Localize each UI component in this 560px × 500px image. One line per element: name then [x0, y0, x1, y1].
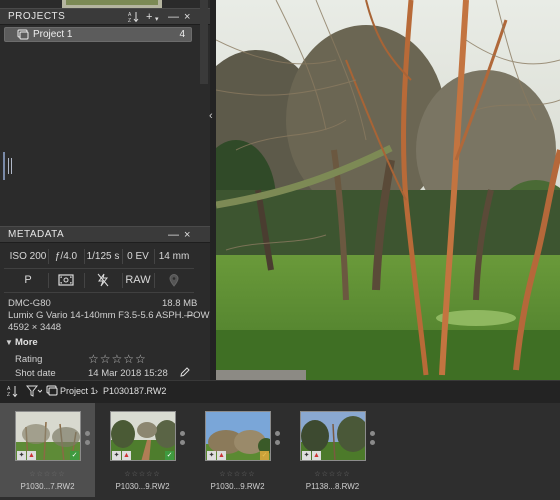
thumbnail-name: P1030...7.RW2 [20, 482, 75, 491]
file-size: 18.8 MB [162, 298, 198, 309]
shot-date-value: 14 Mar 2018 15:28 [88, 368, 168, 379]
filter-icon[interactable] [25, 385, 43, 399]
thumbnail-rating[interactable]: ☆☆☆☆☆ [0, 470, 95, 478]
flash-off-icon [84, 270, 122, 291]
shutter-value: 1/125 s [86, 251, 120, 262]
panel-top-thumbnail [62, 0, 162, 8]
stack-icon [46, 385, 58, 398]
sort-az-icon[interactable]: AZ [128, 11, 140, 27]
filmstrip-toolbar: AZ Project 1 › P1030187.RW2 [0, 380, 560, 403]
thumbnail-image: ✦ ▲ ✓ [205, 411, 271, 461]
project-item[interactable]: Project 1 4 [4, 27, 192, 42]
more-options-icon[interactable] [180, 431, 186, 451]
thumbnail-rating[interactable]: ☆☆☆☆☆ [95, 470, 190, 478]
filmstrip: ✦ ▲ ✓ ☆☆☆☆☆ P1030...7.RW2 ✦ ▲ ✓ ☆☆☆☆☆ P1… [0, 403, 560, 500]
shot-date-label: Shot date [15, 368, 56, 379]
close-metadata-button[interactable]: × [184, 228, 190, 242]
stack-icon [17, 29, 29, 40]
camera-model: DMC-G80 [8, 298, 51, 309]
chevron-down-icon[interactable]: ▾ [155, 13, 159, 27]
close-projects-button[interactable]: × [184, 10, 190, 24]
sort-az-icon[interactable]: AZ [7, 384, 19, 400]
location-icon [154, 270, 194, 291]
color-label-icon: ▲ [312, 451, 321, 460]
thumbnail-image: ✦ ▲ [300, 411, 366, 461]
thumbnail-item[interactable]: ✦ ▲ ✓ ☆☆☆☆☆ P1030...9.RW2 [190, 403, 285, 497]
thumbnail-name: P1030...9.RW2 [210, 482, 265, 491]
thumbnail-item[interactable]: ✦ ▲ ☆☆☆☆☆ P1138...8.RW2 [285, 403, 380, 497]
ev-value: 0 EV [127, 251, 149, 262]
triangle-down-icon[interactable]: ▼ [5, 338, 13, 347]
breadcrumb-file: P1030187.RW2 [103, 386, 167, 396]
projects-title: PROJECTS [8, 11, 66, 22]
more-toggle[interactable]: More [15, 337, 38, 348]
pick-flag-icon[interactable]: ✓ [260, 451, 269, 460]
edit-pencil-icon[interactable] [180, 367, 190, 380]
svg-text:Z: Z [7, 392, 10, 398]
metadata-title: METADATA [8, 229, 65, 240]
breadcrumb-project[interactable]: Project 1 [60, 386, 96, 396]
edit-mark-icon: ✦ [302, 451, 311, 460]
resize-handle[interactable] [3, 152, 14, 180]
file-type: RAW [125, 274, 151, 286]
thumbnail-rating[interactable]: ☆☆☆☆☆ [285, 470, 380, 478]
projects-header: PROJECTS AZ + ▾ — × [0, 8, 210, 25]
aperture-value: ƒ/4.0 [54, 251, 78, 262]
collapse-metadata-button[interactable]: — [168, 228, 179, 242]
focal-length-value: 14 mm [158, 251, 190, 262]
image-dimensions: 4592 × 3448 [8, 322, 62, 333]
projects-scrollbar[interactable] [200, 0, 208, 84]
left-panel: PROJECTS AZ + ▾ — × Project 1 4 METADATA… [0, 0, 224, 380]
project-count: 4 [179, 29, 185, 40]
more-options-icon[interactable] [275, 431, 281, 451]
thumbnail-item[interactable]: ✦ ▲ ✓ ☆☆☆☆☆ P1030...9.RW2 [95, 403, 190, 497]
image-preview[interactable] [216, 0, 560, 380]
more-options-icon[interactable] [85, 431, 91, 451]
thumbnail-name: P1030...9.RW2 [115, 482, 170, 491]
color-label-icon: ▲ [122, 451, 131, 460]
exposure-mode: P [24, 274, 32, 286]
svg-text:Z: Z [128, 18, 131, 23]
thumbnail-image: ✦ ▲ ✓ [15, 411, 81, 461]
edit-mark-icon: ✦ [207, 451, 216, 460]
edit-mark-icon: ✦ [17, 451, 26, 460]
color-label-icon: ▲ [27, 451, 36, 460]
collapse-projects-button[interactable]: — [168, 10, 179, 24]
thumbnail-name: P1138...8.RW2 [305, 482, 360, 491]
thumbnail-image: ✦ ▲ ✓ [110, 411, 176, 461]
iso-value: ISO 200 [9, 251, 47, 262]
metering-icon [48, 270, 84, 291]
edit-mark-icon: ✦ [112, 451, 121, 460]
breadcrumb-separator: › [95, 386, 98, 396]
project-label: Project 1 [33, 29, 73, 40]
pick-flag-icon[interactable]: ✓ [165, 451, 174, 460]
metadata-header: METADATA — × [0, 226, 210, 243]
color-label-icon: ▲ [217, 451, 226, 460]
add-project-button[interactable]: + [146, 10, 152, 24]
thumbnail-rating[interactable]: ☆☆☆☆☆ [190, 470, 285, 478]
pick-flag-icon[interactable]: ✓ [70, 451, 79, 460]
rating-stars[interactable]: ☆☆☆☆☆ [88, 352, 147, 366]
lens-extra: — [184, 310, 194, 321]
chevron-left-icon[interactable]: ‹ [209, 110, 213, 122]
thumbnail-item[interactable]: ✦ ▲ ✓ ☆☆☆☆☆ P1030...7.RW2 [0, 403, 95, 497]
more-options-icon[interactable] [370, 431, 376, 451]
rating-label: Rating [15, 354, 43, 365]
